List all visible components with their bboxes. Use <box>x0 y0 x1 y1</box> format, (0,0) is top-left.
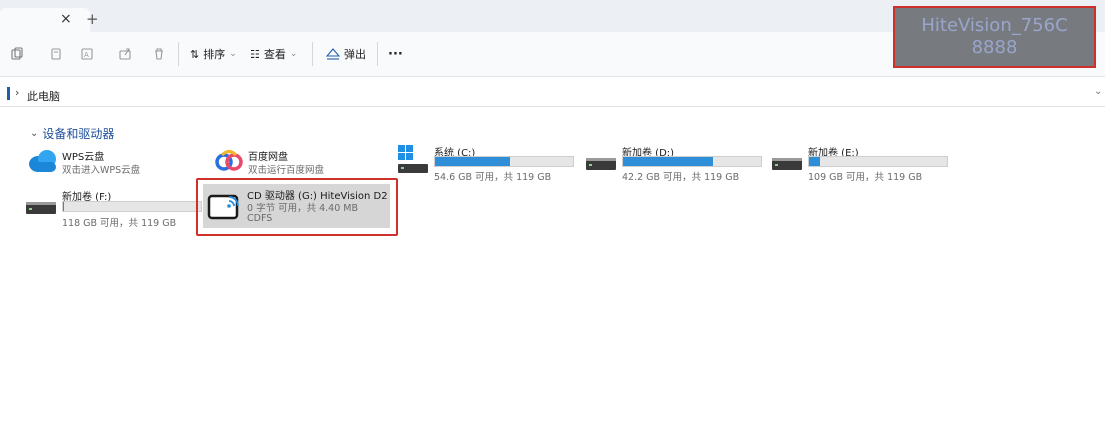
copy-icon[interactable] <box>49 44 63 64</box>
toolbar-divider <box>312 42 313 66</box>
sort-button[interactable]: ⇅ 排序 ⌄ <box>190 44 237 64</box>
usage-fill <box>623 157 713 166</box>
address-bar[interactable] <box>0 82 1105 107</box>
delete-icon[interactable] <box>152 44 166 64</box>
eject-label: 弹出 <box>344 48 366 61</box>
drive-subtitle: 54.6 GB 可用，共 119 GB <box>434 172 552 183</box>
section-title: 设备和驱动器 <box>42 127 115 141</box>
share-icon[interactable] <box>118 44 132 64</box>
overlay-line2: 8888 <box>971 37 1018 58</box>
sort-icon: ⇅ <box>190 47 200 61</box>
eject-button[interactable]: 弹出 <box>326 44 366 64</box>
view-button[interactable]: ☷ 查看 ⌄ <box>250 44 297 64</box>
drive-subtitle: 118 GB 可用，共 119 GB <box>62 218 177 229</box>
drive-e[interactable]: 新加卷 (E:) 109 GB 可用，共 119 GB <box>770 144 960 183</box>
drive-title: WPS云盘 <box>62 152 105 163</box>
usage-bar <box>622 156 762 167</box>
usage-bar <box>808 156 948 167</box>
more-button[interactable]: ··· <box>388 44 403 64</box>
device-name-overlay: HiteVision_756C 8888 <box>893 6 1096 68</box>
close-tab-icon[interactable]: × <box>60 11 72 27</box>
cloud-icon <box>29 150 56 172</box>
chevron-down-icon[interactable]: ⌄ <box>1094 86 1102 97</box>
usage-fill <box>435 157 510 166</box>
cut-icon[interactable] <box>10 44 24 64</box>
new-tab-icon[interactable]: + <box>86 10 99 28</box>
baidu-netdisk-icon <box>215 150 243 171</box>
view-label: 查看 <box>263 48 286 61</box>
eject-icon <box>326 48 340 60</box>
pc-icon <box>7 87 10 100</box>
section-devices-header[interactable]: ⌄ 设备和驱动器 <box>30 125 114 142</box>
drive-subtitle: 42.2 GB 可用，共 119 GB <box>622 172 740 183</box>
chevron-down-icon: ⌄ <box>30 128 39 139</box>
chevron-down-icon: ⌄ <box>289 49 298 59</box>
drive-subtitle: 109 GB 可用，共 119 GB <box>808 172 923 183</box>
hard-drive-icon <box>586 158 616 170</box>
breadcrumb[interactable]: 此电脑 <box>27 88 60 104</box>
drive-baidu-netdisk[interactable]: 百度网盘 双击运行百度网盘 <box>214 146 364 176</box>
chevron-down-icon: ⌄ <box>229 49 237 59</box>
usage-bar <box>62 201 202 212</box>
overlay-line1: HiteVision_756C <box>921 15 1068 36</box>
drive-f[interactable]: 新加卷 (F:) 118 GB 可用，共 119 GB <box>24 188 204 230</box>
drive-title: 百度网盘 <box>248 152 288 163</box>
drive-subtitle: 双击运行百度网盘 <box>248 165 325 176</box>
usage-fill <box>809 157 821 166</box>
hard-drive-icon <box>772 158 802 170</box>
system-drive-icon <box>398 145 428 173</box>
svg-text:A: A <box>84 51 89 59</box>
view-icon: ☷ <box>250 47 260 61</box>
drive-wps-cloud[interactable]: WPS云盘 双击进入WPS云盘 <box>28 146 178 176</box>
highlight-box <box>196 178 398 236</box>
usage-fill <box>63 202 65 211</box>
paste-icon[interactable]: A <box>80 44 94 64</box>
sort-label: 排序 <box>203 48 226 61</box>
toolbar-divider <box>377 42 378 66</box>
usage-bar <box>434 156 574 167</box>
drive-c[interactable]: 系统 (C:) 54.6 GB 可用，共 119 GB <box>396 144 586 183</box>
toolbar-divider <box>178 42 179 66</box>
drive-d[interactable]: 新加卷 (D:) 42.2 GB 可用，共 119 GB <box>584 144 774 183</box>
drive-subtitle: 双击进入WPS云盘 <box>62 165 141 176</box>
hard-drive-icon <box>26 202 56 214</box>
tab-active[interactable] <box>0 8 90 32</box>
chevron-right-icon[interactable]: › <box>15 86 19 99</box>
